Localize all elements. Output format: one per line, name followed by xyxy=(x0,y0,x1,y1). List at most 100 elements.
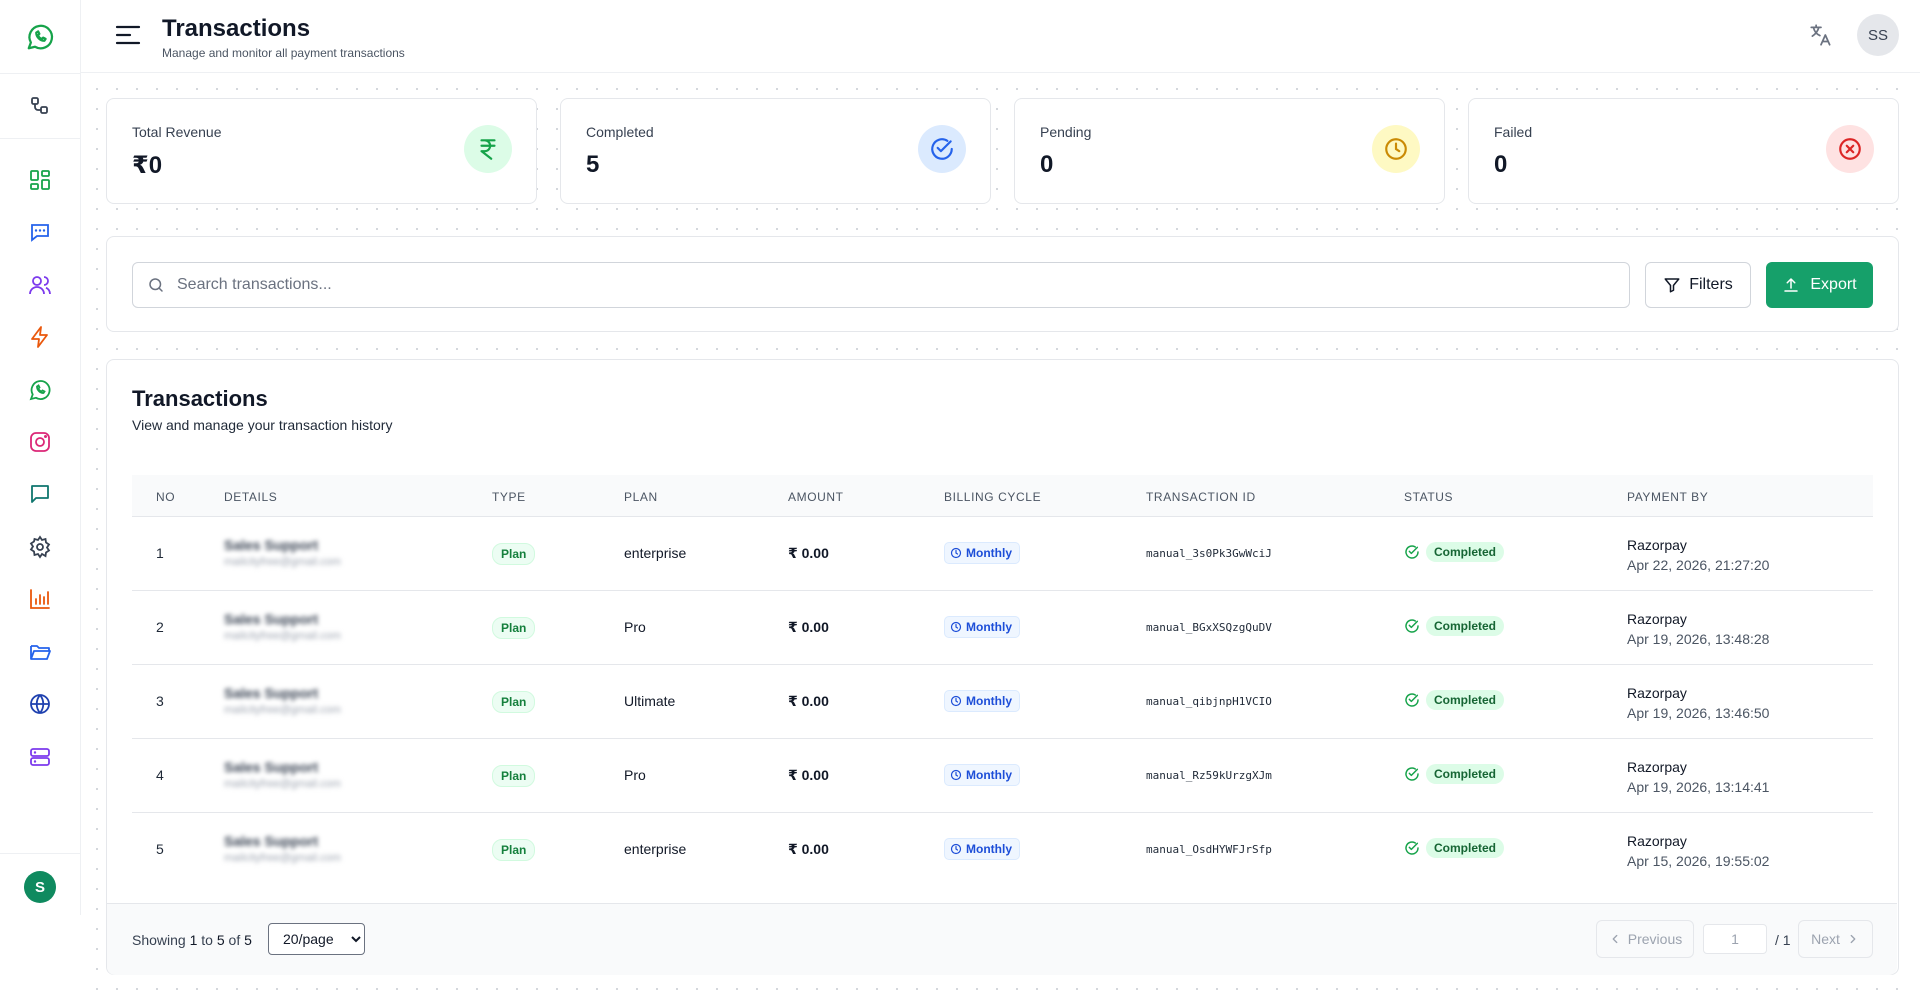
globe-icon[interactable] xyxy=(27,691,53,717)
amount: ₹ 0.00 xyxy=(788,767,829,783)
customer-name: Sales Support xyxy=(224,537,319,553)
check-circle-icon xyxy=(1405,619,1419,633)
page-number-input[interactable] xyxy=(1703,924,1767,954)
translate-icon[interactable] xyxy=(1808,22,1836,50)
clock-icon xyxy=(950,695,962,707)
customer-name: Sales Support xyxy=(224,685,319,701)
amount: ₹ 0.00 xyxy=(788,545,829,561)
status-badge: Completed xyxy=(1426,838,1505,858)
payment-date: Apr 19, 2026, 13:48:28 xyxy=(1627,631,1770,647)
search-box[interactable] xyxy=(132,262,1630,308)
table-row[interactable]: 4 Sales Support mailcityfree@gmail.com P… xyxy=(132,739,1873,813)
row-number: 3 xyxy=(156,693,164,709)
export-button[interactable]: Export xyxy=(1766,262,1873,308)
flow-icon[interactable] xyxy=(27,93,53,119)
sidebar-divider xyxy=(0,853,80,854)
customer-email: mailcityfree@gmail.com xyxy=(224,778,341,790)
showing-of-word: of xyxy=(228,932,241,948)
next-label: Next xyxy=(1811,931,1840,947)
previous-button[interactable]: Previous xyxy=(1596,920,1694,958)
status: Completed xyxy=(1404,690,1505,710)
bar-chart-icon[interactable] xyxy=(27,586,53,612)
status: Completed xyxy=(1404,838,1505,858)
check-circle-icon xyxy=(1405,545,1419,559)
per-page-select[interactable]: 20/page xyxy=(268,923,365,955)
folder-icon[interactable] xyxy=(27,639,53,665)
content-area: Total Revenue ₹0 Completed 5 Pending 0 F… xyxy=(81,73,1920,996)
status: Completed xyxy=(1404,542,1505,562)
table-subtitle: View and manage your transaction history xyxy=(132,417,393,433)
billing-cycle-badge: Monthly xyxy=(944,764,1020,786)
plan-name: enterprise xyxy=(624,841,687,857)
filters-button[interactable]: Filters xyxy=(1645,262,1751,308)
clock-icon xyxy=(950,769,962,781)
chevron-right-icon xyxy=(1850,934,1856,944)
type-badge: Plan xyxy=(492,543,536,565)
status-badge: Completed xyxy=(1426,764,1505,784)
whatsapp-logo-icon[interactable] xyxy=(25,22,55,52)
table-row[interactable]: 5 Sales Support mailcityfree@gmail.com P… xyxy=(132,813,1873,887)
payment-date: Apr 19, 2026, 13:46:50 xyxy=(1627,705,1770,721)
billing-cycle-label: Monthly xyxy=(966,694,1012,708)
customer-name: Sales Support xyxy=(224,833,319,849)
table-row[interactable]: 2 Sales Support mailcityfree@gmail.com P… xyxy=(132,591,1873,665)
server-icon[interactable] xyxy=(27,744,53,770)
stat-value: 5 xyxy=(586,151,600,178)
menu-icon[interactable] xyxy=(114,22,142,48)
export-label: Export xyxy=(1810,276,1857,293)
stat-label: Total Revenue xyxy=(132,124,222,140)
search-input[interactable] xyxy=(177,276,1577,294)
check-circle-icon xyxy=(1405,767,1419,781)
row-details: Sales Support mailcityfree@gmail.com xyxy=(224,759,414,790)
transactions-card: Transactions View and manage your transa… xyxy=(106,359,1899,975)
clock-icon xyxy=(950,621,962,633)
stat-card-pending: Pending 0 xyxy=(1014,98,1445,204)
billing-cycle-badge: Monthly xyxy=(944,690,1020,712)
billing-cycle-label: Monthly xyxy=(966,620,1012,634)
transaction-id: manual_qibjnpH1VCIO xyxy=(1146,695,1272,708)
table-title: Transactions xyxy=(132,386,268,411)
dashboard-icon[interactable] xyxy=(27,167,53,193)
table-row[interactable]: 1 Sales Support mailcityfree@gmail.com P… xyxy=(132,517,1873,591)
stat-label: Failed xyxy=(1494,124,1533,140)
showing-to-word: to xyxy=(201,932,213,948)
table-row[interactable]: 3 Sales Support mailcityfree@gmail.com P… xyxy=(132,665,1873,739)
customer-email: mailcityfree@gmail.com xyxy=(224,556,341,568)
column-header-status: STATUS xyxy=(1404,490,1454,504)
search-icon xyxy=(149,278,163,292)
previous-label: Previous xyxy=(1627,931,1683,947)
customer-name: Sales Support xyxy=(224,611,319,627)
row-number: 4 xyxy=(156,767,164,783)
sidebar-avatar[interactable]: S xyxy=(24,871,56,903)
gear-icon[interactable] xyxy=(27,534,53,560)
contacts-icon[interactable] xyxy=(27,272,53,298)
row-number: 1 xyxy=(156,545,164,561)
billing-cycle-label: Monthly xyxy=(966,768,1012,782)
lightning-icon[interactable] xyxy=(27,324,53,350)
payment-by: Razorpay Apr 15, 2026, 19:55:02 xyxy=(1627,831,1769,871)
payment-provider: Razorpay xyxy=(1627,759,1687,775)
amount: ₹ 0.00 xyxy=(788,619,829,635)
payment-date: Apr 22, 2026, 21:27:20 xyxy=(1627,557,1770,573)
filters-label: Filters xyxy=(1689,276,1733,293)
upload-icon xyxy=(1784,278,1799,292)
billing-cycle-badge: Monthly xyxy=(944,616,1020,638)
clock-icon xyxy=(950,843,962,855)
sidebar: S xyxy=(0,0,81,915)
message-icon[interactable] xyxy=(27,481,53,507)
next-button[interactable]: Next xyxy=(1798,920,1873,958)
row-number: 5 xyxy=(156,841,164,857)
transaction-id: manual_Rz59kUrzgXJm xyxy=(1146,769,1272,782)
filter-icon xyxy=(1664,278,1680,293)
column-header-no: NO xyxy=(156,490,176,504)
showing-summary: Showing 1 to 5 of 5 xyxy=(132,932,252,948)
column-header-payment-by: PAYMENT BY xyxy=(1627,490,1709,504)
stat-card-failed: Failed 0 xyxy=(1468,98,1899,204)
user-avatar[interactable]: SS xyxy=(1857,14,1899,56)
column-header-details: DETAILS xyxy=(224,490,278,504)
stat-value: 0 xyxy=(1040,151,1054,178)
status-badge: Completed xyxy=(1426,616,1505,636)
whatsapp-icon[interactable] xyxy=(27,377,53,403)
instagram-icon[interactable] xyxy=(27,429,53,455)
chat-icon[interactable] xyxy=(27,219,53,245)
